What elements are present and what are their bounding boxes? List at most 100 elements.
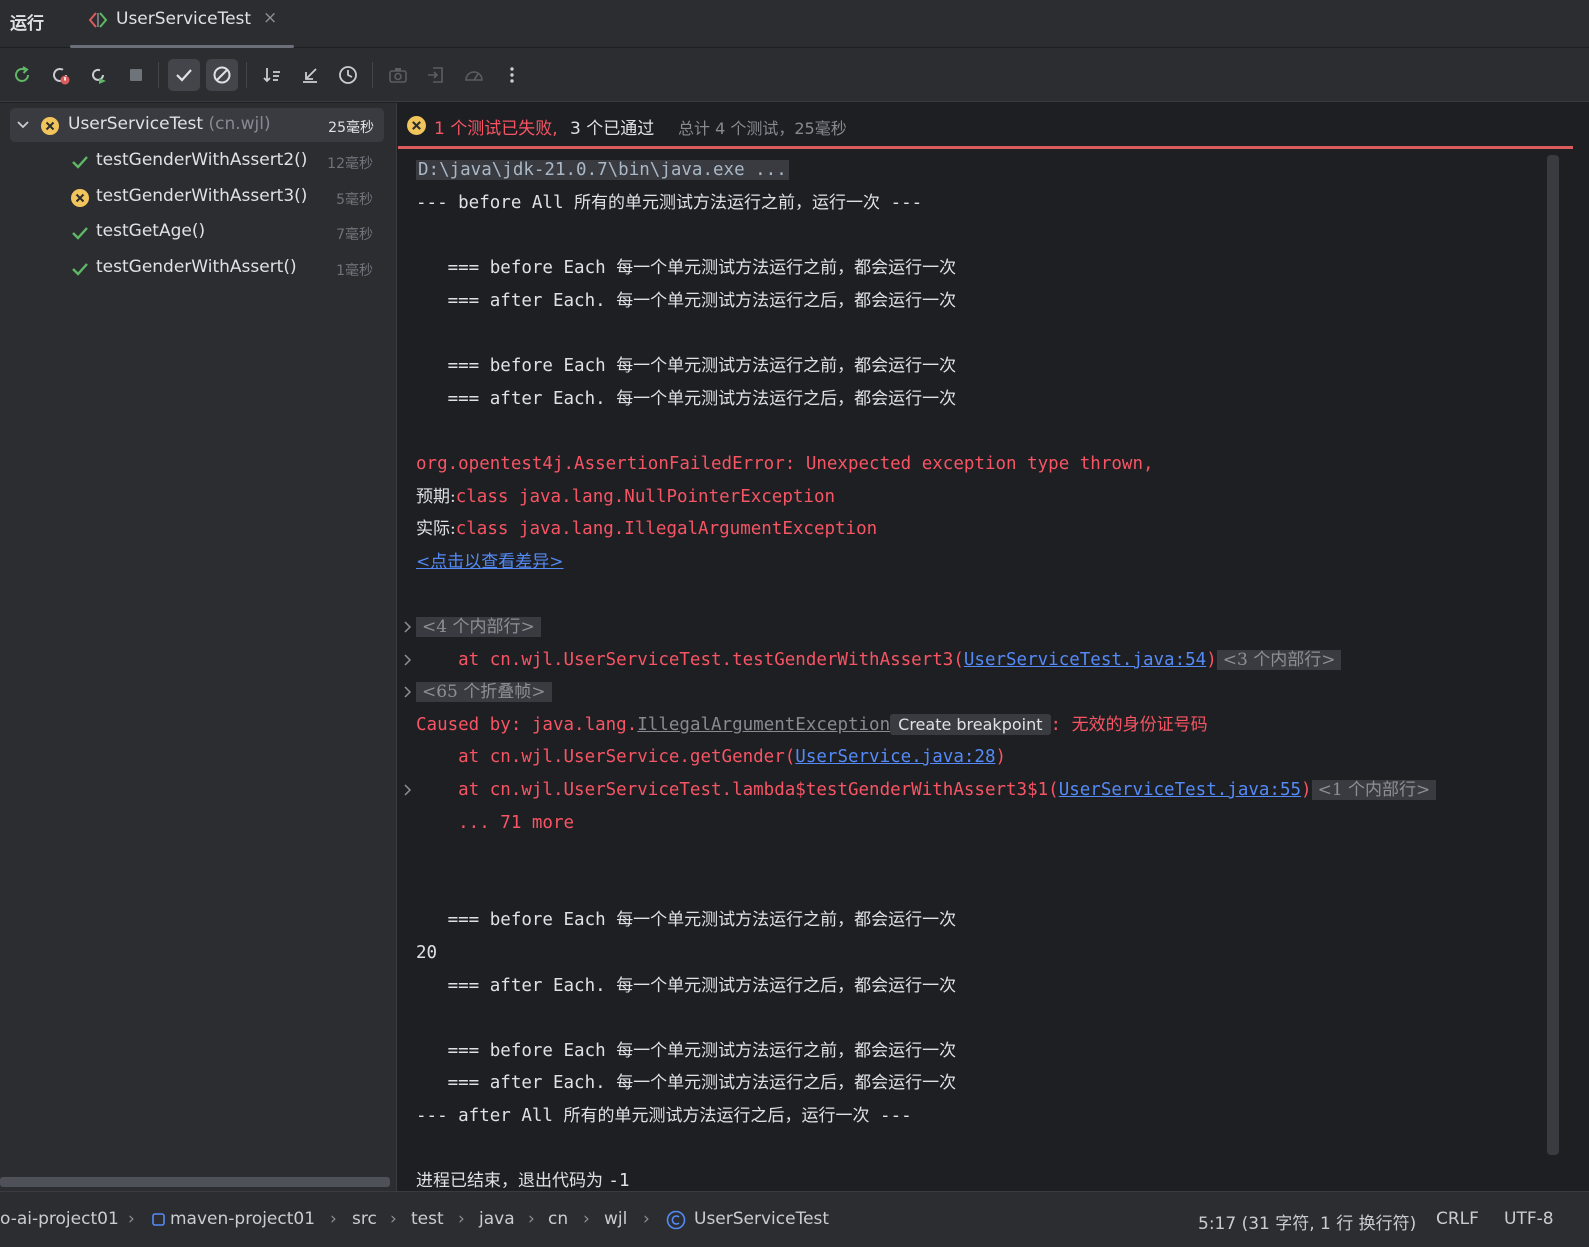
sort-icon — [263, 68, 280, 83]
run-toolbar — [0, 48, 1589, 102]
duration-label: 5毫秒 — [336, 192, 373, 208]
console-line-before-each: === before Each 每一个单元测试方法运行之前，都会运行一次 — [416, 910, 957, 930]
file-encoding[interactable]: UTF-8 — [1504, 1209, 1554, 1229]
console-line-after-each: === after Each. 每一个单元测试方法运行之后，都会运行一次 — [416, 976, 957, 996]
close-icon[interactable]: × — [263, 8, 277, 28]
horizontal-scrollbar[interactable] — [0, 1177, 390, 1187]
tree-root-userservicetest[interactable]: UserServiceTest (cn.wjl) 25毫秒 — [10, 108, 384, 142]
import-icon — [428, 67, 443, 83]
console-line-after-all: --- after All 所有的单元测试方法运行之后，运行一次 --- — [416, 1106, 912, 1126]
source-link[interactable]: UserServiceTest.java:55 — [1059, 780, 1301, 800]
show-passed-button[interactable] — [168, 59, 200, 91]
test-name: testGenderWithAssert() — [96, 257, 297, 277]
tree-item-testgetage[interactable]: testGetAge() 7毫秒 — [0, 215, 397, 249]
breadcrumb-separator: › — [330, 1209, 337, 1229]
test-passed-icon — [72, 156, 88, 169]
breadcrumb-separator: › — [458, 1209, 465, 1229]
breadcrumb-src[interactable]: src — [352, 1209, 377, 1229]
breadcrumb-project[interactable]: o-ai-project01 — [0, 1209, 119, 1229]
tool-window-header: 运行 UserServiceTest × — [0, 0, 1589, 48]
run-tool-window-title: 运行 — [10, 14, 44, 34]
fold-internal-lines[interactable]: <3 个内部行> — [1216, 650, 1342, 670]
breadcrumb-module[interactable]: maven-project01 — [170, 1209, 315, 1229]
breadcrumb-java[interactable]: java — [479, 1209, 515, 1229]
rerun-failed-button[interactable] — [44, 59, 76, 91]
more-icon — [510, 67, 514, 83]
tree-root-label: UserServiceTest (cn.wjl) — [68, 114, 271, 134]
command-line[interactable]: D:\java\jdk-21.0.7\bin\java.exe ... — [416, 160, 789, 180]
fold-internal-lines[interactable]: <4 个内部行> — [416, 617, 541, 637]
tab-title: UserServiceTest — [116, 9, 252, 29]
tab-userservicetest[interactable]: UserServiceTest × — [70, 0, 294, 48]
toolbar-separator — [246, 62, 247, 88]
breadcrumb-wjl[interactable]: wjl — [604, 1209, 627, 1229]
camera-icon — [389, 68, 407, 83]
show-ignored-button[interactable] — [206, 59, 238, 91]
line-ending[interactable]: CRLF — [1436, 1209, 1479, 1229]
history-icon — [339, 66, 357, 84]
chevron-right-icon[interactable] — [402, 783, 414, 797]
test-name: testGenderWithAssert3() — [96, 186, 308, 206]
vertical-scrollbar[interactable] — [1547, 155, 1559, 1155]
console-line-before-all: --- before All 所有的单元测试方法运行之前，运行一次 --- — [416, 193, 923, 213]
source-link[interactable]: UserService.java:28 — [795, 747, 995, 767]
tree-item-testgenderwithassert[interactable]: testGenderWithAssert() 1毫秒 — [0, 251, 397, 285]
package-label: (cn.wjl) — [203, 114, 271, 134]
history-button[interactable] — [332, 59, 364, 91]
test-summary-bar: 1 个测试已失败, 3 个已通过 总计 4 个测试，25毫秒 — [398, 103, 1573, 149]
import-tests-button[interactable] — [420, 59, 452, 91]
duration-label: 1毫秒 — [336, 263, 373, 279]
breadcrumb-cn[interactable]: cn — [548, 1209, 568, 1229]
toolbar-separator — [158, 62, 159, 88]
breadcrumb-test[interactable]: test — [411, 1209, 444, 1229]
console-line-actual: 实际:class java.lang.IllegalArgumentExcept… — [416, 519, 878, 539]
test-name: testGetAge() — [96, 221, 206, 241]
total-summary: 总计 4 个测试，25毫秒 — [678, 119, 847, 138]
chevron-down-icon[interactable] — [14, 116, 32, 134]
more-options-button[interactable] — [496, 59, 528, 91]
tree-item-testgenderwithassert3[interactable]: testGenderWithAssert3() 5毫秒 — [0, 180, 397, 214]
breadcrumb-separator: › — [390, 1209, 397, 1229]
test-failed-icon — [71, 189, 89, 207]
coverage-button[interactable] — [458, 59, 490, 91]
fold-frames[interactable]: <65 个折叠帧> — [416, 682, 552, 702]
coverage-icon — [465, 71, 483, 81]
console-line-more: ... 71 more — [416, 813, 575, 833]
console-line-stack: at cn.wjl.UserServiceTest.lambda$testGen… — [416, 775, 1437, 805]
view-diff-link[interactable]: <点击以查看差异> — [416, 552, 564, 572]
tree-item-testgenderwithassert2[interactable]: testGenderWithAssert2() 12毫秒 — [0, 144, 397, 178]
rerun-icon — [15, 66, 29, 82]
console-line-cmd: D:\java\jdk-21.0.7\bin\java.exe ... — [416, 155, 789, 185]
breadcrumb-separator: › — [128, 1209, 135, 1229]
screenshot-button[interactable] — [382, 59, 414, 91]
console-line-expected: 预期:class java.lang.NullPointerException — [416, 487, 836, 507]
test-failed-icon — [41, 117, 59, 135]
console-line-after-each: === after Each. 每一个单元测试方法运行之后，都会运行一次 — [416, 389, 957, 409]
failed-count: 1 个测试已失败, — [434, 119, 558, 139]
duration-label: 7毫秒 — [336, 227, 373, 243]
class-icon — [666, 1210, 686, 1230]
console-line-error: org.opentest4j.AssertionFailedError: Une… — [416, 454, 1154, 474]
rerun-button[interactable] — [6, 59, 38, 91]
status-bar: o-ai-project01 › maven-project01 › src ›… — [0, 1191, 1589, 1247]
create-breakpoint-button[interactable]: Create breakpoint — [890, 714, 1051, 735]
stop-button[interactable] — [120, 59, 152, 91]
toggle-auto-test-button[interactable] — [82, 59, 114, 91]
console-line-stack: at cn.wjl.UserService.getGender(UserServ… — [416, 747, 1007, 767]
caret-position[interactable]: 5:17 (31 字符, 1 行 换行符) — [1198, 1209, 1416, 1234]
collapse-all-button[interactable] — [294, 59, 326, 91]
exception-class-link[interactable]: IllegalArgumentException — [637, 715, 890, 735]
rerun-failed-icon — [53, 68, 70, 85]
source-link[interactable]: UserServiceTest.java:54 — [964, 650, 1206, 670]
console-line-fold: <4 个内部行> — [416, 612, 541, 642]
rerun-toggle-icon — [92, 68, 106, 84]
test-failed-icon — [407, 116, 426, 135]
fold-internal-lines[interactable]: <1 个内部行> — [1311, 780, 1437, 800]
stop-icon — [130, 69, 142, 81]
chevron-right-icon[interactable] — [402, 653, 414, 667]
junit-config-icon — [88, 12, 108, 28]
sort-button[interactable] — [256, 59, 288, 91]
chevron-right-icon[interactable] — [402, 685, 414, 699]
breadcrumb-class[interactable]: UserServiceTest — [694, 1209, 829, 1229]
chevron-right-icon[interactable] — [402, 620, 414, 634]
